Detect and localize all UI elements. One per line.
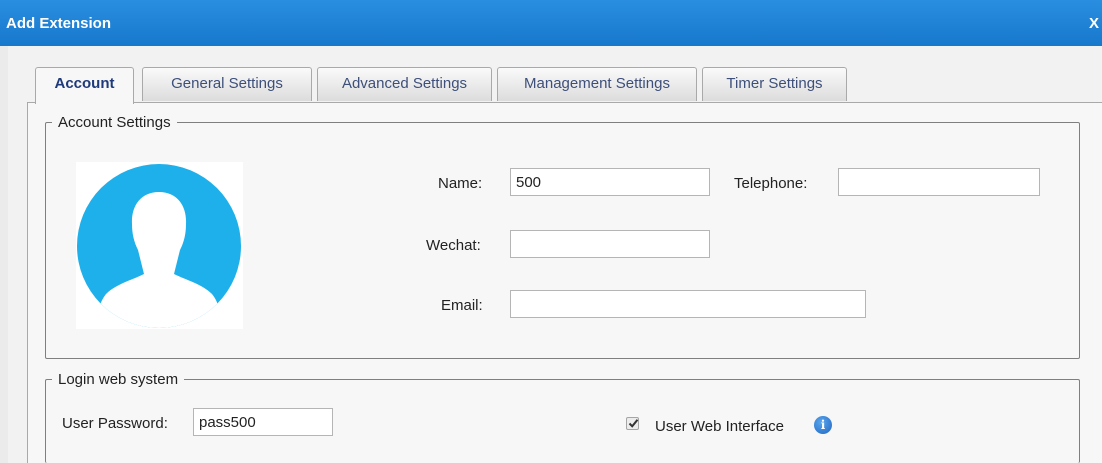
telephone-label: Telephone:: [734, 175, 808, 192]
tab-management-settings[interactable]: Management Settings: [497, 67, 697, 101]
dialog-title: Add Extension: [6, 15, 112, 32]
name-label: Name:: [438, 175, 483, 192]
dialog-titlebar: Add Extension X: [0, 0, 1102, 46]
name-field[interactable]: [510, 168, 710, 196]
user-silhouette-icon: [77, 164, 241, 328]
user-password-label: User Password:: [62, 415, 168, 432]
user-web-interface-label: User Web Interface: [655, 418, 784, 435]
wechat-label: Wechat:: [426, 237, 481, 254]
email-field[interactable]: [510, 290, 866, 318]
tab-timer-settings[interactable]: Timer Settings: [702, 67, 847, 101]
tab-account[interactable]: Account: [35, 67, 134, 104]
close-button[interactable]: X: [1089, 15, 1099, 32]
avatar: [76, 162, 243, 329]
info-icon[interactable]: i: [814, 416, 832, 434]
wechat-field[interactable]: [510, 230, 710, 258]
user-web-interface-checkbox[interactable]: [626, 417, 639, 430]
email-label: Email:: [441, 297, 483, 314]
tab-general-settings[interactable]: General Settings: [142, 67, 312, 101]
account-settings-legend: Account Settings: [58, 114, 171, 131]
login-web-system-legend: Login web system: [58, 371, 179, 388]
tab-advanced-settings[interactable]: Advanced Settings: [317, 67, 492, 101]
checkmark-icon: [628, 419, 639, 428]
telephone-field[interactable]: [838, 168, 1040, 196]
user-password-field[interactable]: [193, 408, 333, 436]
